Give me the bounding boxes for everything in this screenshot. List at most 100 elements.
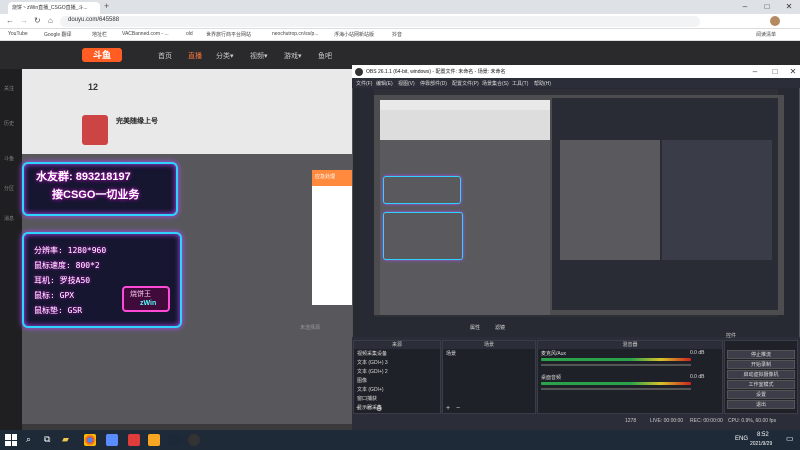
input-language[interactable]: ENG: [735, 436, 748, 442]
obs-minimize-icon[interactable]: –: [744, 65, 766, 78]
kbps-readout: 1278: [625, 418, 637, 424]
side-message[interactable]: 消息: [4, 215, 14, 222]
bookmark-item[interactable]: 抖音: [392, 31, 402, 38]
close-icon[interactable]: ✕: [778, 0, 800, 14]
obs-taskbar-icon[interactable]: [188, 434, 200, 446]
settings-button[interactable]: 设置: [727, 390, 795, 399]
side-follow[interactable]: 关注: [4, 85, 14, 92]
qq-group-text: 水友群: 893218197: [36, 171, 131, 183]
sources-panel-header: 来源: [354, 341, 440, 349]
badge-bottom-text: zWin: [140, 300, 157, 307]
controls-panel-header: 控件: [726, 333, 737, 339]
reading-list[interactable]: 阅读清单: [756, 31, 776, 38]
source-item[interactable]: 视频采集设备: [354, 349, 440, 358]
source-item[interactable]: 文本 (GDI+) 2: [354, 367, 440, 376]
preview-nested-obs-inner: [662, 140, 772, 260]
mixer-panel-header: 混音器: [538, 341, 722, 349]
add-source-icon[interactable]: +: [356, 405, 360, 412]
menu-file[interactable]: 文件(F): [356, 80, 372, 87]
mixer-track-name: 桌面音频: [541, 375, 562, 381]
search-icon[interactable]: ⌕: [26, 434, 31, 445]
menu-profile[interactable]: 配置文件(P): [452, 80, 479, 87]
bookmark-item[interactable]: 地址栏: [92, 31, 107, 38]
start-recording-button[interactable]: 开始录制: [727, 360, 795, 369]
source-item[interactable]: 图像: [354, 376, 440, 385]
add-scene-icon[interactable]: +: [446, 405, 450, 412]
source-item[interactable]: 文本 (GDI+) 3: [354, 358, 440, 367]
avatar[interactable]: [770, 16, 780, 26]
forward-icon[interactable]: →: [20, 16, 28, 25]
side-category[interactable]: 分区: [4, 185, 14, 192]
bookmark-item[interactable]: 浮海小站网新站版: [334, 31, 374, 38]
chrome-icon[interactable]: [84, 434, 96, 446]
browser-tab[interactable]: 烧饼丶zWin直播_CSGO直播_斗...: [8, 2, 100, 14]
bookmark-item[interactable]: old: [186, 31, 193, 37]
nav-video[interactable]: 视频▾: [250, 51, 268, 61]
stop-stream-button[interactable]: 停止推流: [727, 350, 795, 359]
volume-slider[interactable]: [541, 388, 691, 390]
menu-tools[interactable]: 工具(T): [512, 80, 528, 87]
preview-specs-overlay: [383, 212, 463, 260]
app-icon[interactable]: [128, 434, 140, 446]
spec-mouse: 鼠标: GPX: [34, 291, 75, 300]
app-icon[interactable]: [106, 434, 118, 446]
room-info-bar: [22, 69, 352, 154]
new-tab-icon[interactable]: +: [104, 1, 109, 11]
preview-douyu-info: [380, 110, 550, 140]
home-icon[interactable]: ⌂: [48, 16, 53, 25]
file-explorer-icon[interactable]: ▰: [62, 434, 69, 445]
clock-date[interactable]: 2021/9/29: [750, 441, 772, 447]
reload-icon[interactable]: ↻: [34, 16, 41, 25]
minimize-icon[interactable]: –: [734, 0, 756, 14]
exit-button[interactable]: 退出: [727, 400, 795, 409]
remove-source-icon[interactable]: −: [366, 405, 370, 412]
volume-slider[interactable]: [541, 364, 691, 366]
maximize-icon[interactable]: □: [756, 0, 778, 14]
task-view-icon[interactable]: ⧉: [44, 434, 50, 445]
bookmark-item[interactable]: neochutrop.cn/ss/p...: [272, 31, 318, 37]
side-douyu[interactable]: 斗鱼: [4, 155, 14, 162]
no-source-label: 未选择源: [300, 325, 321, 331]
side-history[interactable]: 历史: [4, 120, 14, 127]
menu-scene-collection[interactable]: 场景集合(S): [482, 80, 509, 87]
badge-top-text: 烧饼王: [130, 291, 151, 298]
nav-fishbar[interactable]: 鱼吧: [318, 51, 332, 61]
remove-scene-icon[interactable]: −: [456, 405, 460, 412]
source-item[interactable]: 文本 (GDI+): [354, 385, 440, 394]
start-icon[interactable]: [5, 434, 17, 446]
virtual-camera-button[interactable]: 启动虚拟摄像机: [727, 370, 795, 379]
douyu-logo[interactable]: 斗鱼: [82, 48, 122, 62]
live-timer: LIVE: 00:00:00: [650, 418, 684, 424]
properties-button[interactable]: 属性: [470, 324, 480, 331]
streamer-avatar[interactable]: [82, 115, 108, 145]
bookmark-item[interactable]: 世界旅行商平台网站: [206, 31, 251, 38]
studio-mode-button[interactable]: 工作室模式: [727, 380, 795, 389]
nav-game[interactable]: 游戏▾: [284, 51, 302, 61]
cpu-readout: CPU: 0.9%, 60.00 fps: [728, 418, 777, 424]
back-icon[interactable]: ←: [6, 16, 14, 25]
bookmark-item[interactable]: YouTube: [8, 31, 28, 37]
spec-mousepad: 鼠标垫: GSR: [34, 306, 83, 315]
app-icon[interactable]: [148, 434, 160, 446]
volume-meter: [541, 382, 691, 385]
nav-home[interactable]: 首页: [158, 51, 172, 61]
notification-icon[interactable]: ▭: [786, 434, 794, 443]
menu-edit[interactable]: 编辑(E): [376, 80, 393, 87]
nav-live[interactable]: 直播: [188, 51, 202, 61]
steam-icon[interactable]: [168, 434, 180, 446]
bookmark-item[interactable]: Google 翻译: [44, 31, 72, 38]
url-input[interactable]: douyu.com/645588: [60, 16, 700, 27]
menu-help[interactable]: 帮助(H): [534, 80, 551, 87]
scene-item[interactable]: 场景: [443, 349, 535, 358]
menu-docks[interactable]: 停靠部件(D): [420, 80, 447, 87]
bookmark-item[interactable]: VACBanned.com - ...: [122, 31, 169, 37]
streamer-title: 完美随缘上号: [116, 118, 158, 125]
menu-view[interactable]: 视图(V): [398, 80, 415, 87]
mixer-track-name: 麦克风/Aux: [541, 351, 567, 357]
obs-close-icon[interactable]: ✕: [782, 65, 800, 78]
filters-button[interactable]: 滤镜: [495, 324, 505, 331]
source-item[interactable]: 窗口捕获: [354, 394, 440, 403]
gear-icon[interactable]: ⚙: [376, 405, 382, 413]
clock-time[interactable]: 8:52: [757, 432, 769, 438]
nav-category[interactable]: 分类▾: [216, 51, 234, 61]
